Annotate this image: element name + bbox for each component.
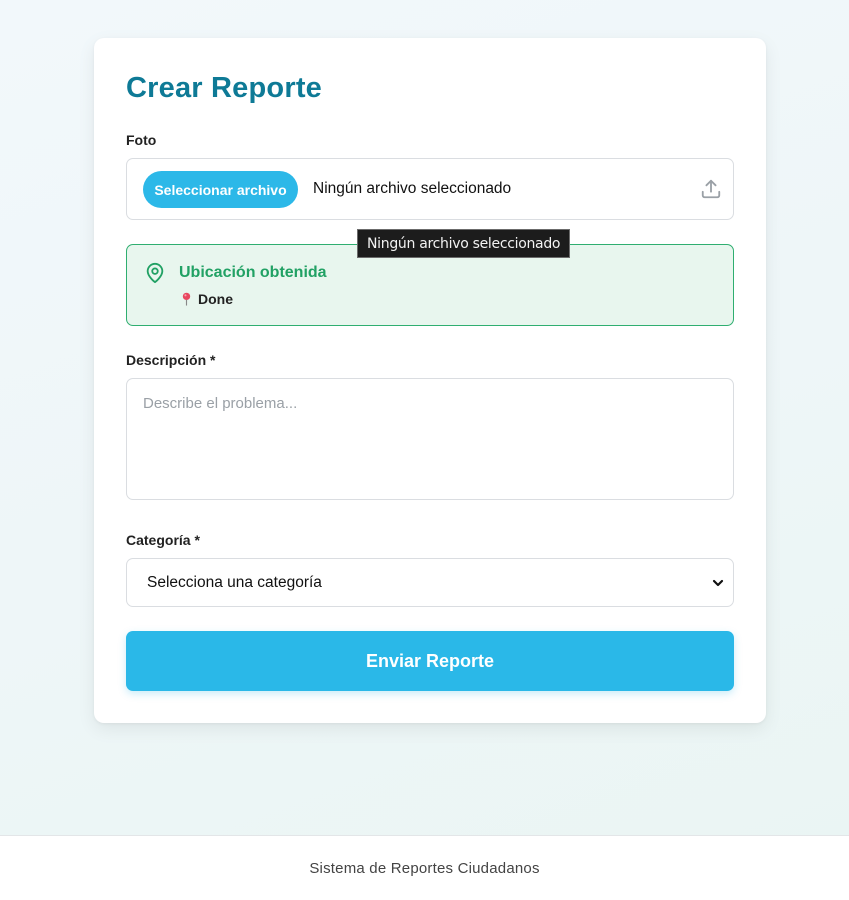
file-status-text: Ningún archivo seleccionado [313, 180, 512, 197]
location-title: Ubicación obtenida [179, 264, 327, 281]
file-input[interactable]: Seleccionar archivo Ningún archivo selec… [126, 158, 734, 220]
photo-label: Foto [126, 132, 157, 148]
category-select[interactable]: Selecciona una categoría [126, 558, 734, 607]
report-form-card: Crear Reporte Foto Seleccionar archivo N… [94, 38, 766, 723]
location-status-text: Done [198, 291, 233, 307]
footer: Sistema de Reportes Ciudadanos [0, 835, 849, 900]
description-textarea[interactable] [126, 378, 734, 500]
category-label: Categoría * [126, 532, 200, 548]
page-title: Crear Reporte [126, 72, 322, 104]
chevron-down-icon [712, 579, 724, 587]
description-label: Descripción * [126, 352, 216, 368]
category-selected-value: Selecciona una categoría [147, 573, 322, 591]
red-pin-icon [182, 292, 191, 306]
upload-icon [701, 179, 721, 199]
location-status: Done [181, 291, 233, 307]
select-file-button[interactable]: Seleccionar archivo [143, 171, 298, 208]
footer-text: Sistema de Reportes Ciudadanos [309, 859, 540, 877]
map-pin-icon [146, 262, 164, 284]
submit-report-button[interactable]: Enviar Reporte [126, 631, 734, 691]
file-tooltip: Ningún archivo seleccionado [357, 229, 571, 258]
